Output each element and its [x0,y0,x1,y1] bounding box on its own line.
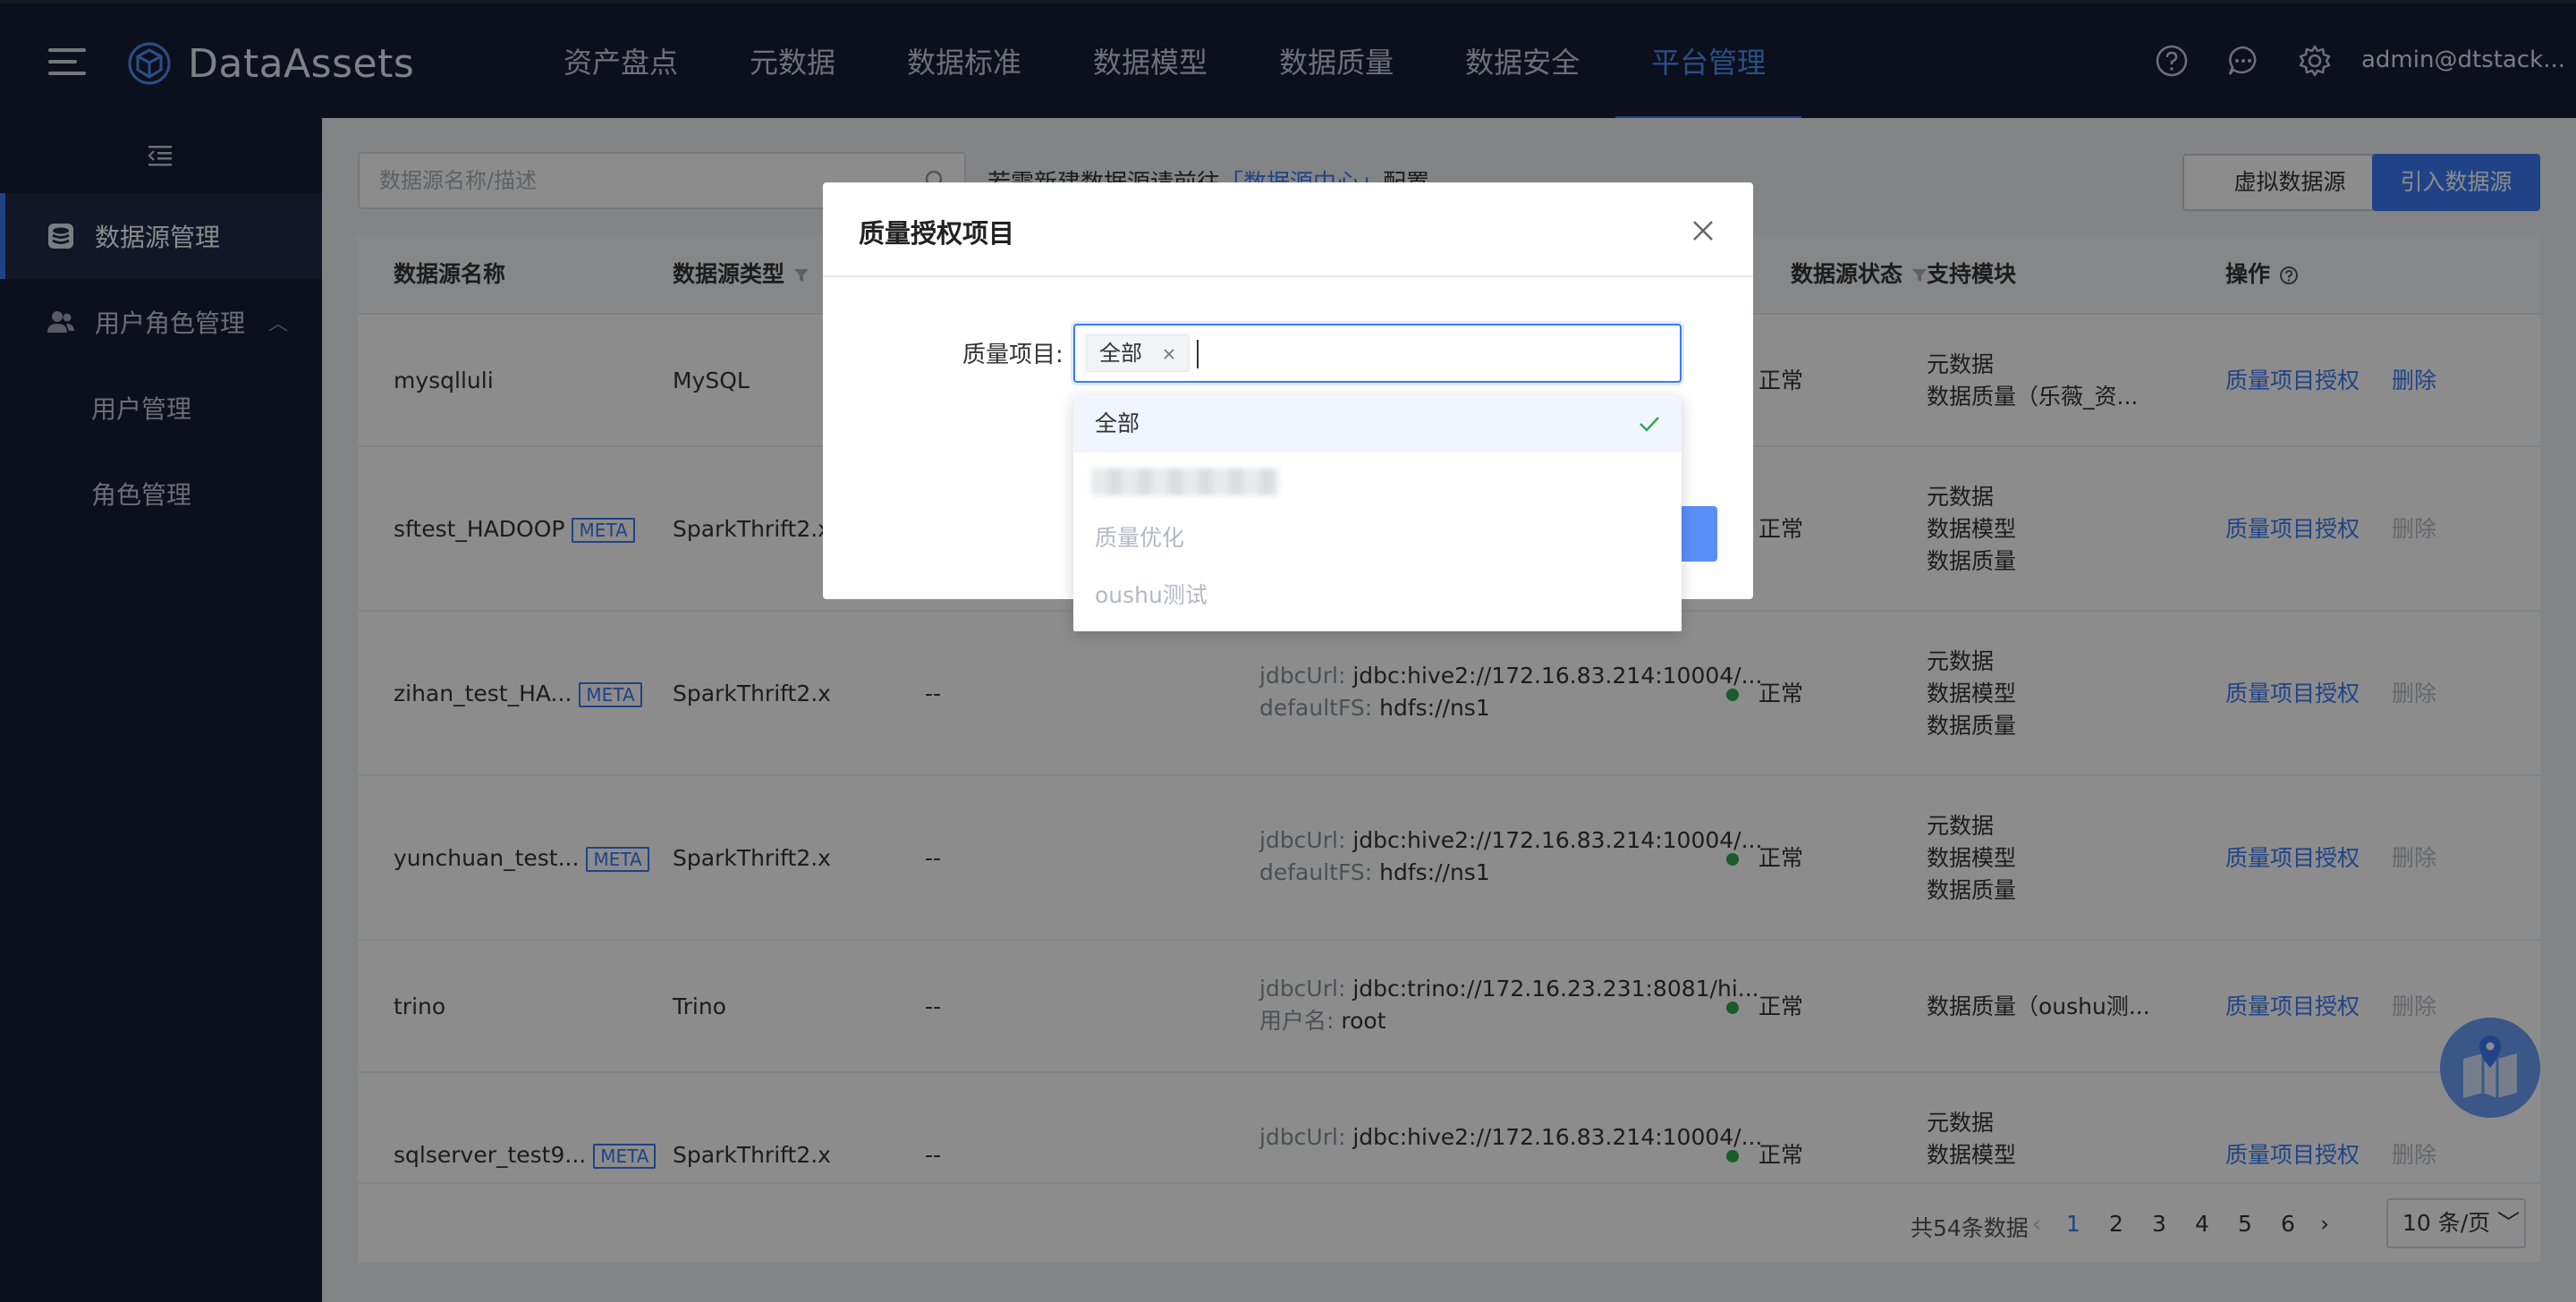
quality-project-dropdown: 全部 质量优化 oushu测试 [1073,395,1682,631]
check-icon [1640,417,1659,432]
dropdown-option-all[interactable]: 全部 [1073,395,1682,452]
option-label: 全部 [1095,410,1140,436]
modal-header: 质量授权项目 [823,182,1753,277]
blurred-option-label [1091,469,1279,495]
close-icon[interactable] [1690,218,1716,243]
quality-project-label: 质量项目: [962,342,1063,368]
selected-tag-label: 全部 [1099,341,1142,366]
dropdown-option-oushu-test: oushu测试 [1095,582,1208,608]
dropdown-option-quality-optimization: 质量优化 [1095,525,1185,551]
text-cursor [1197,340,1199,368]
selected-tag: 全部 [1086,334,1190,372]
modal-title: 质量授权项目 [859,218,1015,249]
quality-project-select[interactable]: 全部 [1073,324,1682,383]
close-icon[interactable] [1162,347,1176,361]
dropdown-option-blurred[interactable] [1073,452,1682,510]
